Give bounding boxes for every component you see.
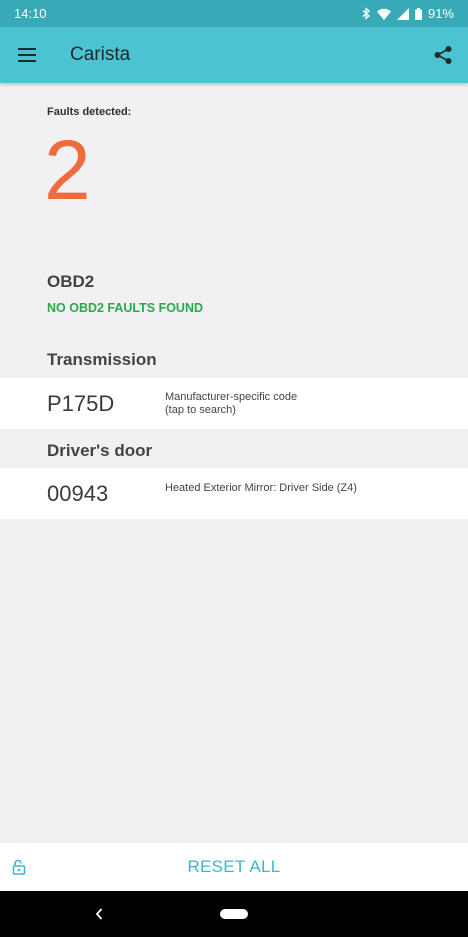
bluetooth-icon bbox=[361, 7, 371, 20]
fault-row-transmission[interactable]: P175D Manufacturer-specific code (tap to… bbox=[0, 378, 468, 429]
system-nav-bar bbox=[0, 891, 468, 937]
status-icons: 91% bbox=[361, 6, 454, 21]
fault-code: 00943 bbox=[47, 480, 109, 506]
section-title-drivers-door: Driver's door bbox=[47, 441, 153, 460]
faults-count: 2 bbox=[44, 123, 91, 217]
fault-description-hint: (tap to search) bbox=[165, 403, 236, 416]
menu-icon bbox=[18, 48, 36, 62]
fault-description-line: Heated Exterior Mirror: Driver Side (Z4) bbox=[165, 482, 357, 494]
fault-description: Heated Exterior Mirror: Driver Side (Z4) bbox=[165, 482, 357, 495]
fault-code: P175D bbox=[47, 390, 115, 416]
signal-icon bbox=[396, 7, 409, 20]
fault-description-line: Manufacturer-specific code bbox=[165, 390, 298, 403]
wifi-icon bbox=[376, 8, 391, 20]
section-title-obd2: OBD2 bbox=[47, 272, 95, 291]
status-bar: 14:10 91% bbox=[0, 0, 468, 27]
share-button[interactable] bbox=[418, 27, 468, 83]
app-title: Carista bbox=[70, 44, 131, 65]
status-time: 14:10 bbox=[14, 6, 47, 21]
bottom-bar: RESET ALL bbox=[0, 843, 468, 891]
fault-description: Manufacturer-specific code (tap to searc… bbox=[165, 391, 297, 417]
share-icon bbox=[434, 46, 452, 64]
faults-label: Faults detected: bbox=[47, 106, 132, 118]
battery-icon bbox=[414, 7, 422, 20]
back-icon[interactable] bbox=[94, 907, 104, 926]
reset-all-button[interactable]: RESET ALL bbox=[187, 857, 280, 877]
menu-button[interactable] bbox=[0, 27, 54, 83]
fault-row-drivers-door[interactable]: 00943 Heated Exterior Mirror: Driver Sid… bbox=[0, 468, 468, 519]
section-title-transmission: Transmission bbox=[47, 350, 157, 369]
obd2-status: NO OBD2 FAULTS FOUND bbox=[47, 301, 204, 315]
unlock-icon[interactable] bbox=[11, 859, 27, 880]
app-bar: Carista bbox=[0, 27, 468, 83]
home-pill-button[interactable] bbox=[220, 909, 248, 919]
battery-percent: 91% bbox=[427, 6, 454, 21]
